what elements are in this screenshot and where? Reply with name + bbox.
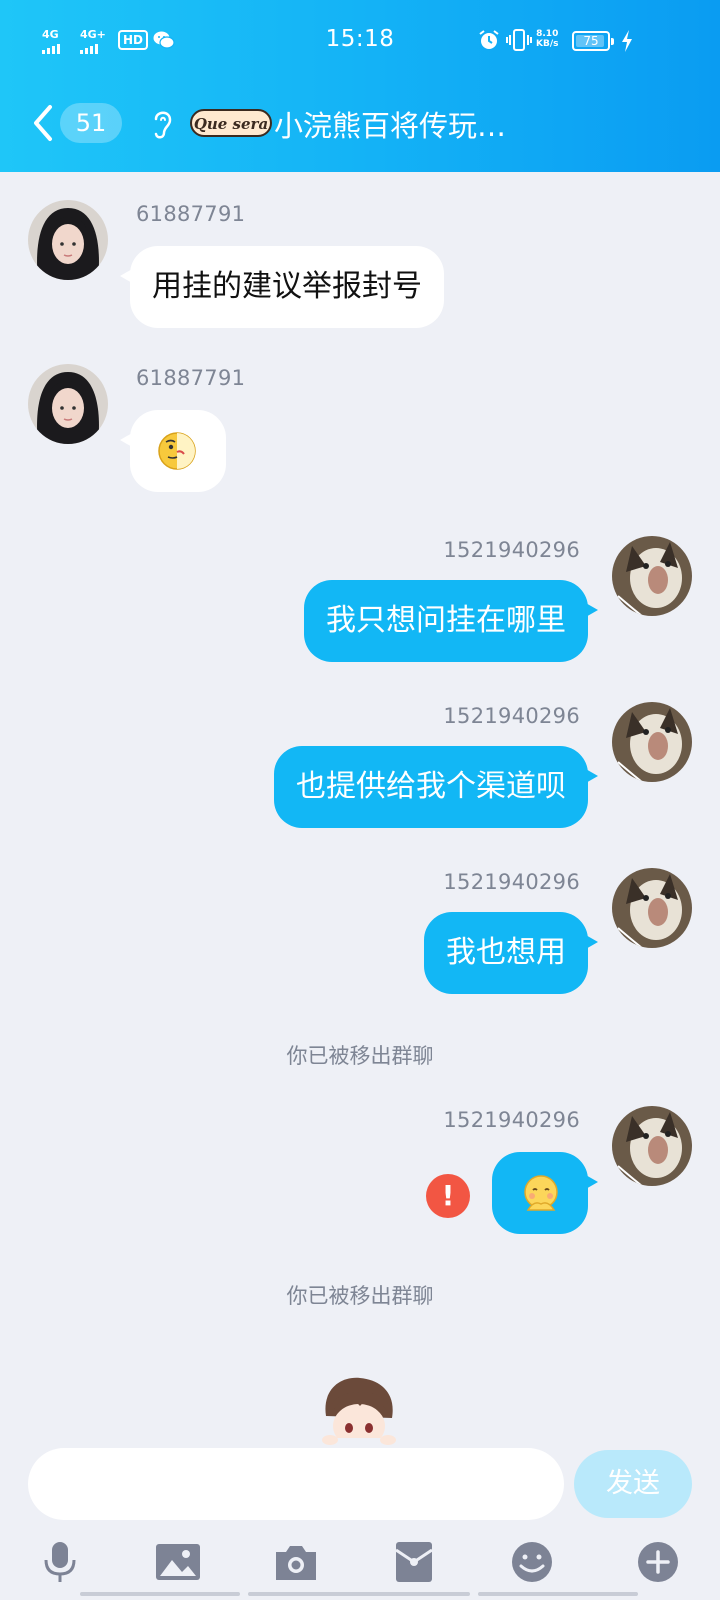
sender-name: 1521940296 — [443, 704, 580, 728]
nav-bar: 51 Que sera 小浣熊百将传玩… — [0, 95, 720, 151]
system-notice: 你已被移出群聊 — [286, 1044, 434, 1068]
message-bubble[interactable]: 也提供给我个渠道呗 — [274, 746, 598, 828]
status-bar: 4G 4G+ HD 15:18 8.10 KB/s 75 — [0, 0, 720, 82]
net-speed-unit: KB/s — [536, 39, 559, 49]
page-title[interactable]: 小浣熊百将传玩… — [274, 103, 506, 145]
sender-name: 1521940296 — [443, 1108, 580, 1132]
battery-level: 75 — [583, 34, 599, 48]
sender-name: 1521940296 — [443, 870, 580, 894]
cat-avatar-icon — [612, 1106, 692, 1186]
emoji-icon[interactable] — [508, 1540, 556, 1584]
system-notice: 你已被移出群聊 — [286, 1284, 434, 1308]
slyface-emoji-icon — [158, 432, 196, 470]
sender-name: 61887791 — [136, 202, 246, 226]
scroll-indicator — [478, 1592, 638, 1596]
earpiece-mode-icon[interactable] — [148, 107, 176, 141]
image-icon[interactable] — [154, 1540, 202, 1584]
message-bubble[interactable] — [492, 1152, 598, 1234]
scroll-indicator — [80, 1592, 240, 1596]
cat-avatar-icon — [612, 702, 692, 782]
red-packet-icon[interactable] — [390, 1540, 438, 1584]
microphone-icon[interactable] — [36, 1540, 84, 1584]
plus-icon[interactable] — [634, 1540, 682, 1584]
avatar[interactable] — [612, 868, 692, 948]
avatar[interactable] — [28, 200, 108, 280]
mascot-boy-icon — [316, 1377, 402, 1448]
message-bubble[interactable]: 用挂的建议举报封号 — [120, 246, 444, 328]
send-failed-icon[interactable]: ! — [426, 1174, 470, 1218]
back-arrow-icon[interactable] — [30, 101, 58, 145]
alarm-icon — [479, 30, 499, 49]
girl-avatar-icon — [28, 200, 108, 280]
camera-icon[interactable] — [272, 1540, 320, 1584]
message-bubble[interactable]: 我也想用 — [424, 912, 598, 994]
svg-text:Que sera: Que sera — [194, 115, 268, 133]
avatar[interactable] — [612, 536, 692, 616]
battery-icon: 75 — [572, 31, 614, 51]
charging-icon — [622, 30, 632, 52]
scroll-indicator — [248, 1592, 470, 1596]
avatar[interactable] — [28, 364, 108, 444]
shy-emoji-icon — [524, 1175, 558, 1211]
sender-name: 61887791 — [136, 366, 246, 390]
send-button[interactable]: 发送 — [574, 1450, 692, 1518]
message-input[interactable] — [28, 1448, 564, 1520]
message-bubble[interactable]: 我只想问挂在哪里 — [304, 580, 598, 662]
net-speed-value: 8.10 — [536, 29, 559, 39]
vibrate-icon — [506, 29, 532, 51]
cat-avatar-icon — [612, 536, 692, 616]
avatar[interactable] — [612, 702, 692, 782]
sender-name: 1521940296 — [443, 538, 580, 562]
message-bubble[interactable] — [120, 410, 226, 492]
avatar[interactable] — [612, 1106, 692, 1186]
chat-header: 4G 4G+ HD 15:18 8.10 KB/s 75 51 Que sera… — [0, 0, 720, 172]
group-logo: Que sera — [190, 109, 272, 137]
unread-count-badge[interactable]: 51 — [60, 103, 122, 143]
cat-avatar-icon — [612, 868, 692, 948]
girl-avatar-icon — [28, 364, 108, 444]
input-toolbar — [0, 1528, 720, 1600]
network-speed: 8.10 KB/s — [536, 29, 558, 49]
